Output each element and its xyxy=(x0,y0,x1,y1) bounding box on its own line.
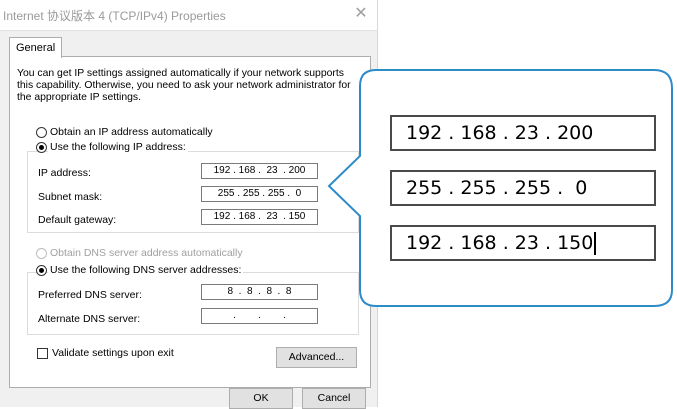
use-following-ip-label[interactable]: Use the following IP address: xyxy=(48,141,188,153)
tab-general-label: General xyxy=(16,42,56,54)
zoom-ip-address: 192 . 168 . 23 . 200 xyxy=(390,115,656,151)
use-following-ip-radio[interactable] xyxy=(36,142,47,153)
zoom-subnet-mask-text: 255 . 255 . 255 . 0 xyxy=(406,177,588,199)
text-caret xyxy=(594,232,597,255)
zoom-ip-address-text: 192 . 168 . 23 . 200 xyxy=(406,122,594,144)
zoom-default-gateway-text: 192 . 168 . 23 . 150 xyxy=(406,232,594,254)
use-following-dns-label[interactable]: Use the following DNS server addresses: xyxy=(48,264,244,276)
use-following-dns-radio[interactable] xyxy=(36,265,47,276)
zoom-subnet-mask: 255 . 255 . 255 . 0 xyxy=(390,170,656,206)
tab-general[interactable]: General xyxy=(9,37,62,58)
zoom-default-gateway: 192 . 168 . 23 . 150 xyxy=(390,225,656,261)
